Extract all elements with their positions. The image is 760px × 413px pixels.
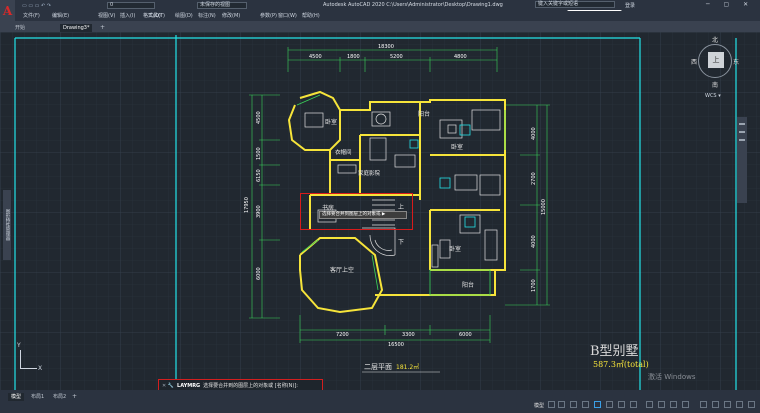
dim-top-total: 18300 xyxy=(378,44,394,50)
room-cloakroom: 衣帽间 xyxy=(335,148,352,156)
annotation-monitor-icon[interactable] xyxy=(682,401,689,408)
dim-bottom-total: 16500 xyxy=(388,342,404,348)
grid-toggle-icon[interactable] xyxy=(548,401,555,408)
side-palette-tab[interactable]: 图形特性管理器 xyxy=(3,190,11,260)
layout-tab-2[interactable]: 布局2 xyxy=(50,393,69,401)
dim-left-3: 6150 xyxy=(256,169,262,182)
menu-tools[interactable]: 工具(T) xyxy=(148,12,165,19)
dim-left-1: 4500 xyxy=(256,111,262,124)
file-tab-bar: 开始 Drawing3* + xyxy=(0,23,760,32)
transparency-toggle-icon[interactable] xyxy=(630,401,637,408)
command-prompt: 选择要合并到的图层上的对象或 [名称(N)]: xyxy=(203,383,298,389)
menu-bar: 文件(F) 编辑(E) 视图(V) 插入(I) 格式(O) 工具(T) 绘图(D… xyxy=(15,11,760,21)
osnap-toggle-icon[interactable] xyxy=(594,401,601,408)
room-bedroom-1: 卧室 xyxy=(325,118,337,126)
workspace-gear-icon[interactable] xyxy=(670,401,677,408)
lineweight-toggle-icon[interactable] xyxy=(618,401,625,408)
model-space-button[interactable]: 模型 xyxy=(534,402,544,409)
villa-title: B型别墅 xyxy=(590,344,639,359)
stair-down-label: 下 xyxy=(398,239,404,246)
new-tab-plus-icon[interactable]: + xyxy=(100,24,105,31)
clean-screen-icon[interactable] xyxy=(736,401,743,408)
isolate-objects-icon[interactable] xyxy=(712,401,719,408)
dim-top-3: 5200 xyxy=(390,54,403,60)
dim-left-5: 6000 xyxy=(256,267,262,280)
dim-left-total: 17950 xyxy=(244,197,250,213)
snap-toggle-icon[interactable] xyxy=(558,401,565,408)
floor-area: 181.2㎡ xyxy=(396,363,419,371)
layout-tab-1[interactable]: 布局1 xyxy=(28,393,47,401)
room-balcony-2: 阳台 xyxy=(462,281,474,289)
dim-left-2: 1500 xyxy=(256,147,262,160)
window-title: Autodesk AutoCAD 2020 C:\Users\Administr… xyxy=(323,2,503,8)
ortho-toggle-icon[interactable] xyxy=(570,401,577,408)
room-balcony-1: 阳台 xyxy=(418,110,430,118)
dim-right-total: 15000 xyxy=(541,199,547,215)
wcs-menu[interactable]: WCS ▾ xyxy=(705,93,721,99)
dim-left-4: 3900 xyxy=(256,205,262,218)
search-input[interactable]: 键入关键字或短语 xyxy=(535,1,615,8)
compass-west[interactable]: 西 xyxy=(691,57,697,66)
polar-toggle-icon[interactable] xyxy=(582,401,589,408)
room-bedroom-2: 卧室 xyxy=(451,143,463,151)
application-menu-button[interactable]: A xyxy=(0,0,15,21)
dim-right-4: 1700 xyxy=(531,279,537,292)
command-name: LAYMRG xyxy=(177,382,201,389)
compass-south[interactable]: 南 xyxy=(712,80,718,89)
dim-top-4: 4800 xyxy=(454,54,467,60)
layout-tab-model[interactable]: 模型 xyxy=(8,393,25,401)
window-controls[interactable]: ─ ▢ ✕ xyxy=(706,1,754,8)
add-layout-plus-icon[interactable]: + xyxy=(72,393,77,400)
dim-bottom-2: 3300 xyxy=(402,332,415,338)
room-home-theater: 家庭影院 xyxy=(358,169,381,177)
status-bar: 模型 布局1 布局2 + 模型 xyxy=(0,390,760,413)
menu-window[interactable]: 窗口(W) xyxy=(278,12,297,19)
dim-top-2: 1800 xyxy=(347,54,360,60)
dim-right-1: 4000 xyxy=(531,127,537,140)
dim-top-1: 4500 xyxy=(309,54,322,60)
annotation-scale-icon[interactable] xyxy=(658,401,665,408)
tab-start[interactable]: 开始 xyxy=(12,24,28,32)
room-living-void: 客厅上空 xyxy=(330,266,354,274)
quick-access-toolbar[interactable]: ▭ ▭ ▭ ↶ ↷ xyxy=(22,2,51,9)
title-bar: ▭ ▭ ▭ ↶ ↷ 0 未保存的视图 Autodesk AutoCAD 2020… xyxy=(0,0,760,19)
layer-combo[interactable]: 0 xyxy=(107,2,155,9)
ucs-x-label: X xyxy=(38,365,43,372)
room-bedroom-3: 卧室 xyxy=(449,245,461,253)
menu-insert[interactable]: 插入(I) xyxy=(120,12,135,19)
menu-help[interactable]: 帮助(H) xyxy=(302,12,320,19)
villa-area: 587.3㎡(total) xyxy=(593,360,649,369)
dim-bottom-1: 7200 xyxy=(336,332,349,338)
cursor-tooltip: 选择要合并到图层上的对象或 ▶ xyxy=(319,211,407,219)
viewcube[interactable]: 上 北 南 东 西 WCS ▾ xyxy=(690,32,740,102)
otrack-toggle-icon[interactable] xyxy=(606,401,613,408)
units-icon[interactable] xyxy=(700,401,707,408)
floor-title: 二层平面 xyxy=(364,363,392,371)
compass-east[interactable]: 东 xyxy=(733,57,739,66)
dim-right-3: 4000 xyxy=(531,235,537,248)
command-line-icons[interactable]: ✕ 🔧 xyxy=(162,383,174,389)
tab-drawing3[interactable]: Drawing3* xyxy=(60,24,92,32)
compass-north[interactable]: 北 xyxy=(712,35,718,44)
menu-modify[interactable]: 修改(M) xyxy=(222,12,240,19)
customization-menu-icon[interactable] xyxy=(748,401,755,408)
viewcube-top-face[interactable]: 上 xyxy=(708,52,724,68)
dim-right-2: 2700 xyxy=(531,172,537,185)
activation-watermark: 激活 Windows xyxy=(648,373,696,381)
view-combo[interactable]: 未保存的视图 xyxy=(197,2,247,9)
ucs-y-label: Y xyxy=(17,342,21,349)
menu-draw[interactable]: 绘图(D) xyxy=(175,12,193,19)
dim-bottom-3: 6000 xyxy=(459,332,472,338)
menu-edit[interactable]: 编辑(E) xyxy=(52,12,69,19)
navigation-bar[interactable] xyxy=(737,117,747,203)
menu-parametric[interactable]: 参数(P) xyxy=(260,12,277,19)
menu-view[interactable]: 视图(V) xyxy=(98,12,115,19)
menu-dimension[interactable]: 标注(N) xyxy=(198,12,216,19)
selection-cycling-icon[interactable] xyxy=(646,401,653,408)
login-button[interactable]: 登录 xyxy=(625,2,635,9)
menu-file[interactable]: 文件(F) xyxy=(23,12,40,19)
ucs-icon: Y X xyxy=(17,342,43,372)
hardware-acceleration-icon[interactable] xyxy=(724,401,731,408)
